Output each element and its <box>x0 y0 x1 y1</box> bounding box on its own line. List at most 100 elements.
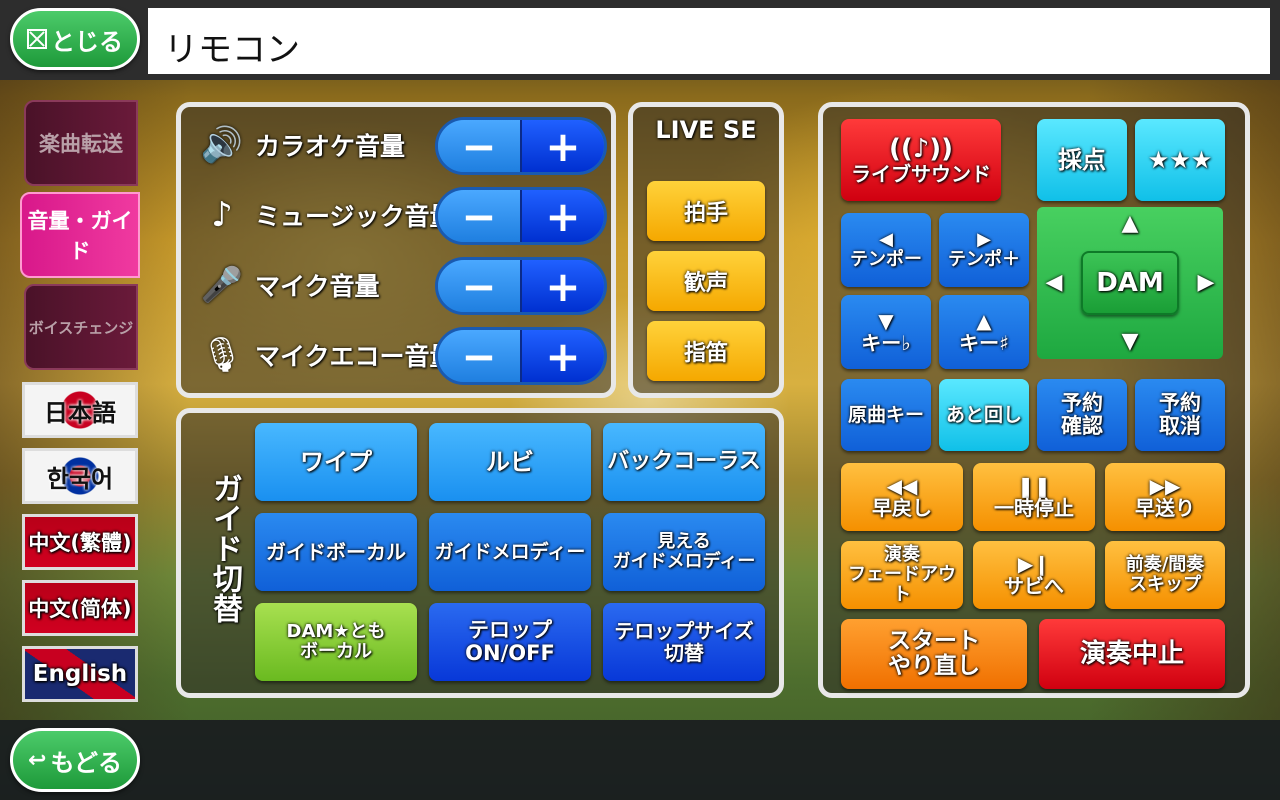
pause-icon: ❚❚ <box>1017 474 1051 498</box>
mic-volume-down-button[interactable]: − <box>438 260 520 312</box>
mic-volume-up-button[interactable]: + <box>520 260 604 312</box>
live-sound-label: ライブサウンド <box>851 162 991 187</box>
back-chorus-button[interactable]: バックコーラス <box>603 423 765 501</box>
lang-label: 한국어 <box>46 464 114 493</box>
fast-forward-button[interactable]: ▶▶ 早送り <box>1105 463 1225 531</box>
dam-tomo-vocal-button[interactable]: DAM★とも ボーカル <box>255 603 417 681</box>
live-se-title: LIVE SE <box>655 116 757 144</box>
to-chorus-label: サビへ <box>1004 574 1064 598</box>
music-volume-up-button[interactable]: + <box>520 190 604 242</box>
volume-label: マイク音量 <box>255 272 380 301</box>
triangle-up-icon: ▲ <box>976 309 992 333</box>
live-sound-button[interactable]: ((♪)) ライブサウンド <box>841 119 1001 201</box>
triangle-down-icon: ▼ <box>878 309 894 333</box>
stars-button[interactable]: ★★★ <box>1135 119 1225 201</box>
back-label: もどる <box>50 748 122 777</box>
tab-voice-change[interactable]: ボイスチェンジ <box>24 284 138 370</box>
lang-chinese-traditional[interactable]: 中文(繁體) <box>22 514 138 570</box>
tab-song-transfer[interactable]: 楽曲転送 <box>24 100 138 186</box>
top-bar: リモコン <box>0 0 1280 80</box>
dam-button[interactable]: DAM <box>1081 251 1179 315</box>
stop-button[interactable]: 演奏中止 <box>1039 619 1225 689</box>
ruby-button[interactable]: ルビ <box>429 423 591 501</box>
guide-vocal-button[interactable]: ガイドボーカル <box>255 513 417 591</box>
visible-guide-melody-button[interactable]: 見える ガイドメロディー <box>603 513 765 591</box>
guide-title: ガイド切替 <box>207 473 242 623</box>
lang-chinese-simplified[interactable]: 中文(简体) <box>22 580 138 636</box>
score-button[interactable]: 採点 <box>1037 119 1127 201</box>
music-note-icon: ♪ <box>211 195 233 235</box>
volume-label: カラオケ音量 <box>255 132 406 161</box>
dpad-down-button[interactable]: ▼ <box>1077 325 1183 359</box>
lang-label: English <box>32 661 128 687</box>
music-volume-down-button[interactable]: − <box>438 190 520 242</box>
key-up-label: キー♯ <box>959 331 1009 355</box>
skip-to-icon: ▶❙ <box>1017 552 1051 576</box>
reserve-confirm-button[interactable]: 予約 確認 <box>1037 379 1127 451</box>
live-se-panel: LIVE SE 拍手 歓声 指笛 <box>628 102 784 398</box>
guide-panel: ガイド切替 ワイプ ルビ バックコーラス ガイドボーカル ガイドメロディー 見え… <box>176 408 784 698</box>
tempo-down-label: テンポー <box>850 249 922 270</box>
karaoke-volume-stepper: − + <box>435 117 607 175</box>
karaoke-volume-down-button[interactable]: − <box>438 120 520 172</box>
fast-forward-icon: ▶▶ <box>1149 474 1181 498</box>
arrow-right-icon: ▶ <box>1197 269 1215 295</box>
close-button[interactable]: とじる <box>10 8 140 70</box>
wipe-button[interactable]: ワイプ <box>255 423 417 501</box>
back-button[interactable]: ↩ もどる <box>10 728 140 792</box>
mic-echo-volume-stepper: − + <box>435 327 607 385</box>
mic-echo-volume-up-button[interactable]: + <box>520 330 604 382</box>
back-arrow-icon: ↩ <box>28 747 47 773</box>
original-key-button[interactable]: 原曲キー <box>841 379 931 451</box>
telop-size-button[interactable]: テロップサイズ 切替 <box>603 603 765 681</box>
guide-melody-button[interactable]: ガイドメロディー <box>429 513 591 591</box>
tempo-down-button[interactable]: ◀ テンポー <box>841 213 931 287</box>
tab-label: ボイスチェンジ <box>28 318 134 337</box>
volume-label: マイクエコー音量 <box>255 342 455 371</box>
arrow-down-icon: ▼ <box>1121 328 1139 354</box>
restart-button[interactable]: スタート やり直し <box>841 619 1027 689</box>
remote-panel: ((♪)) ライブサウンド 採点 ★★★ ◀ テンポー ▶ テンポ＋ ▼ キー♭ ▲ キ… <box>818 102 1250 698</box>
rewind-icon: ◀◀ <box>886 474 918 498</box>
lang-english[interactable]: English <box>22 646 138 702</box>
microphone-icon: 🎤 <box>200 265 244 305</box>
dam-dpad: ▲ ▼ ◀ ▶ DAM <box>1037 207 1223 359</box>
mic-echo-volume-down-button[interactable]: − <box>438 330 520 382</box>
to-chorus-button[interactable]: ▶❙ サビへ <box>973 541 1095 609</box>
telop-toggle-button[interactable]: テロップ ON/OFF <box>429 603 591 681</box>
music-volume-stepper: − + <box>435 187 607 245</box>
arrow-left-icon: ◀ <box>1045 269 1063 295</box>
pause-button[interactable]: ❚❚ 一時停止 <box>973 463 1095 531</box>
key-down-button[interactable]: ▼ キー♭ <box>841 295 931 369</box>
forward-label: 早送り <box>1135 496 1195 520</box>
dpad-up-button[interactable]: ▲ <box>1077 207 1183 241</box>
cheer-button[interactable]: 歓声 <box>647 251 765 311</box>
page-title: リモコン <box>164 30 300 70</box>
title-box: リモコン <box>148 8 1270 74</box>
key-up-button[interactable]: ▲ キー♯ <box>939 295 1029 369</box>
rewind-label: 早戻し <box>872 496 932 520</box>
postpone-button[interactable]: あと回し <box>939 379 1029 451</box>
skip-intro-button[interactable]: 前奏/間奏 スキップ <box>1105 541 1225 609</box>
reserve-cancel-button[interactable]: 予約 取消 <box>1135 379 1225 451</box>
live-sound-logo-icon: ((♪)) <box>888 133 954 164</box>
lang-japanese[interactable]: 日本語 <box>22 382 138 438</box>
tab-volume-guide[interactable]: 音量・ガイド <box>20 192 140 278</box>
mic-echo-icon: 🎙 <box>200 335 244 375</box>
dpad-right-button[interactable]: ▶ <box>1189 247 1223 319</box>
lang-label: 中文(简体) <box>28 597 132 621</box>
mic-volume-stepper: − + <box>435 257 607 315</box>
lang-korean[interactable]: 한국어 <box>22 448 138 504</box>
dpad-left-button[interactable]: ◀ <box>1037 247 1071 319</box>
whistle-button[interactable]: 指笛 <box>647 321 765 381</box>
tempo-up-button[interactable]: ▶ テンポ＋ <box>939 213 1029 287</box>
fadeout-button[interactable]: 演奏 フェードアウト <box>841 541 963 609</box>
karaoke-volume-up-button[interactable]: + <box>520 120 604 172</box>
triangle-right-icon: ▶ <box>977 229 991 251</box>
tempo-up-label: テンポ＋ <box>948 249 1020 270</box>
tab-label: 音量・ガイド <box>27 209 133 263</box>
lang-label: 日本語 <box>44 398 116 427</box>
applause-button[interactable]: 拍手 <box>647 181 765 241</box>
triangle-left-icon: ◀ <box>879 229 893 251</box>
rewind-button[interactable]: ◀◀ 早戻し <box>841 463 963 531</box>
